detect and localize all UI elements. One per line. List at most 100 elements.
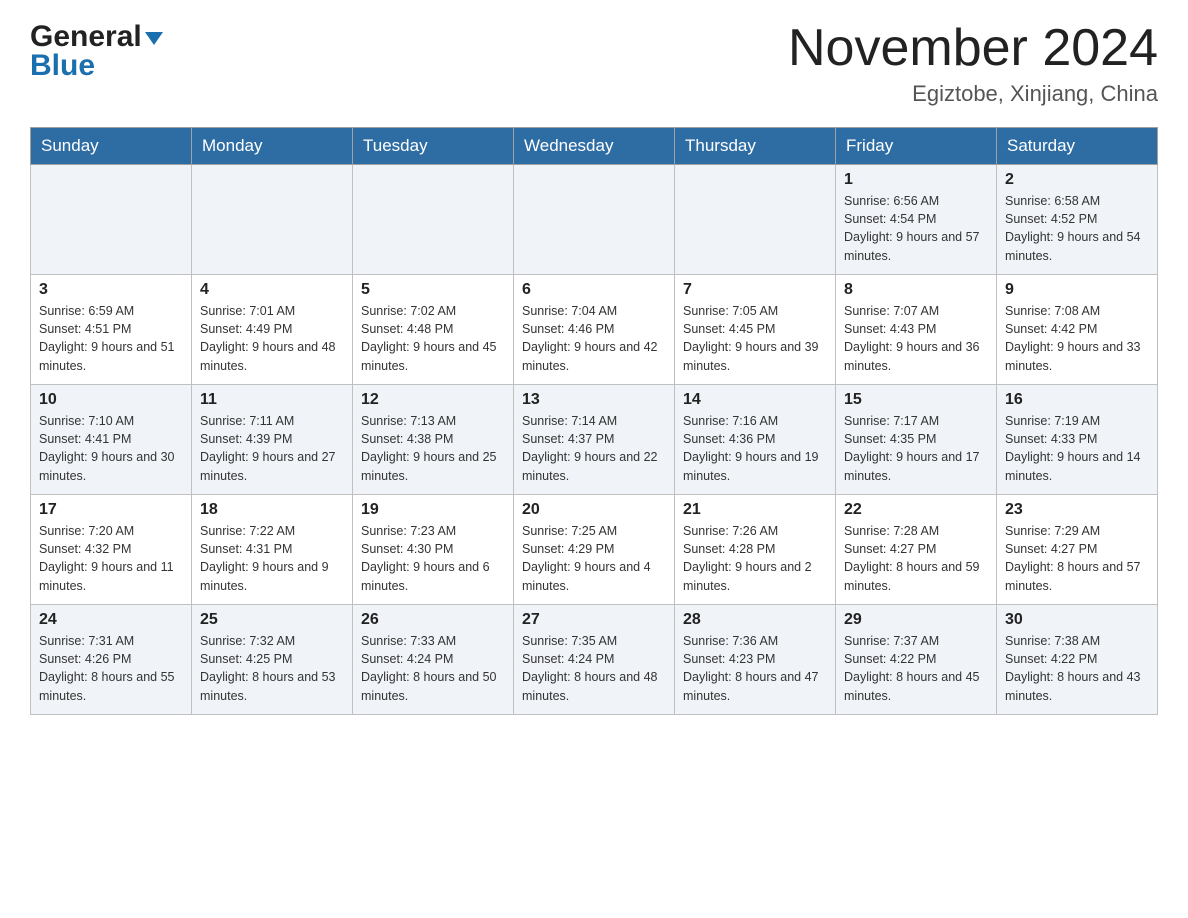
day-sun-info: Sunrise: 7:11 AMSunset: 4:39 PMDaylight:…: [200, 412, 344, 485]
calendar-week-5: 24 Sunrise: 7:31 AMSunset: 4:26 PMDayligh…: [31, 605, 1158, 715]
calendar-day-9: 9 Sunrise: 7:08 AMSunset: 4:42 PMDaylight…: [997, 275, 1158, 385]
day-sun-info: Sunrise: 7:28 AMSunset: 4:27 PMDaylight:…: [844, 522, 988, 595]
day-sun-info: Sunrise: 7:33 AMSunset: 4:24 PMDaylight:…: [361, 632, 505, 705]
calendar-week-4: 17Sunrise: 7:20 AMSunset: 4:32 PMDayligh…: [31, 495, 1158, 605]
day-number: 12: [361, 391, 505, 409]
calendar-day-26: 26 Sunrise: 7:33 AMSunset: 4:24 PMDayligh…: [353, 605, 514, 715]
calendar-day-18: 18 Sunrise: 7:22 AMSunset: 4:31 PMDayligh…: [192, 495, 353, 605]
calendar-day-16: 16 Sunrise: 7:19 AMSunset: 4:33 PMDayligh…: [997, 385, 1158, 495]
day-sun-info: Sunrise: 7:04 AMSunset: 4:46 PMDaylight:…: [522, 302, 666, 375]
day-sun-info: Sunrise: 7:02 AMSunset: 4:48 PMDaylight:…: [361, 302, 505, 375]
day-number: 19: [361, 501, 505, 519]
month-title: November 2024: [788, 20, 1158, 77]
calendar-week-1: 1 Sunrise: 6:56 AMSunset: 4:54 PMDaylight…: [31, 165, 1158, 275]
day-number: 22: [844, 501, 988, 519]
day-sun-info: Sunrise: 7:29 AMSunset: 4:27 PMDaylight:…: [1005, 522, 1149, 595]
day-sun-info: Sunrise: 7:01 AMSunset: 4:49 PMDaylight:…: [200, 302, 344, 375]
calendar-day-13: 13 Sunrise: 7:14 AMSunset: 4:37 PMDayligh…: [514, 385, 675, 495]
calendar-day-25: 25 Sunrise: 7:32 AMSunset: 4:25 PMDayligh…: [192, 605, 353, 715]
calendar-day-10: 10Sunrise: 7:10 AMSunset: 4:41 PMDayligh…: [31, 385, 192, 495]
day-number: 30: [1005, 611, 1149, 629]
day-sun-info: Sunrise: 7:25 AMSunset: 4:29 PMDaylight:…: [522, 522, 666, 595]
day-number: 25: [200, 611, 344, 629]
calendar-table: SundayMondayTuesdayWednesdayThursdayFrid…: [30, 127, 1158, 715]
day-number: 9: [1005, 281, 1149, 299]
calendar-day-24: 24 Sunrise: 7:31 AMSunset: 4:26 PMDayligh…: [31, 605, 192, 715]
calendar-empty-cell: [514, 165, 675, 275]
calendar-empty-cell: [675, 165, 836, 275]
day-sun-info: Sunrise: 7:19 AMSunset: 4:33 PMDaylight:…: [1005, 412, 1149, 485]
day-number: 15: [844, 391, 988, 409]
calendar-day-19: 19Sunrise: 7:23 AMSunset: 4:30 PMDayligh…: [353, 495, 514, 605]
calendar-day-1: 1 Sunrise: 6:56 AMSunset: 4:54 PMDaylight…: [836, 165, 997, 275]
calendar-empty-cell: [353, 165, 514, 275]
calendar-day-8: 8Sunrise: 7:07 AMSunset: 4:43 PMDaylight…: [836, 275, 997, 385]
day-sun-info: Sunrise: 7:37 AMSunset: 4:22 PMDaylight:…: [844, 632, 988, 705]
day-sun-info: Sunrise: 7:38 AMSunset: 4:22 PMDaylight:…: [1005, 632, 1149, 705]
weekday-header-friday: Friday: [836, 128, 997, 165]
calendar-day-11: 11 Sunrise: 7:11 AMSunset: 4:39 PMDayligh…: [192, 385, 353, 495]
day-sun-info: Sunrise: 6:59 AMSunset: 4:51 PMDaylight:…: [39, 302, 183, 375]
day-sun-info: Sunrise: 7:35 AMSunset: 4:24 PMDaylight:…: [522, 632, 666, 705]
day-number: 29: [844, 611, 988, 629]
calendar-week-3: 10Sunrise: 7:10 AMSunset: 4:41 PMDayligh…: [31, 385, 1158, 495]
day-sun-info: Sunrise: 7:10 AMSunset: 4:41 PMDaylight:…: [39, 412, 183, 485]
calendar-day-17: 17Sunrise: 7:20 AMSunset: 4:32 PMDayligh…: [31, 495, 192, 605]
day-number: 16: [1005, 391, 1149, 409]
day-sun-info: Sunrise: 7:31 AMSunset: 4:26 PMDaylight:…: [39, 632, 183, 705]
weekday-header-tuesday: Tuesday: [353, 128, 514, 165]
weekday-header-wednesday: Wednesday: [514, 128, 675, 165]
page-header: General Blue November 2024 Egiztobe, Xin…: [30, 20, 1158, 107]
calendar-empty-cell: [192, 165, 353, 275]
day-number: 13: [522, 391, 666, 409]
day-number: 18: [200, 501, 344, 519]
day-sun-info: Sunrise: 7:16 AMSunset: 4:36 PMDaylight:…: [683, 412, 827, 485]
day-sun-info: Sunrise: 6:56 AMSunset: 4:54 PMDaylight:…: [844, 192, 988, 265]
day-sun-info: Sunrise: 7:22 AMSunset: 4:31 PMDaylight:…: [200, 522, 344, 595]
day-number: 1: [844, 171, 988, 189]
weekday-header-saturday: Saturday: [997, 128, 1158, 165]
calendar-week-2: 3 Sunrise: 6:59 AMSunset: 4:51 PMDaylight…: [31, 275, 1158, 385]
day-sun-info: Sunrise: 7:13 AMSunset: 4:38 PMDaylight:…: [361, 412, 505, 485]
day-sun-info: Sunrise: 7:32 AMSunset: 4:25 PMDaylight:…: [200, 632, 344, 705]
day-sun-info: Sunrise: 7:05 AMSunset: 4:45 PMDaylight:…: [683, 302, 827, 375]
calendar-day-27: 27 Sunrise: 7:35 AMSunset: 4:24 PMDayligh…: [514, 605, 675, 715]
day-number: 11: [200, 391, 344, 409]
weekday-header-monday: Monday: [192, 128, 353, 165]
day-sun-info: Sunrise: 7:07 AMSunset: 4:43 PMDaylight:…: [844, 302, 988, 375]
day-number: 27: [522, 611, 666, 629]
day-number: 14: [683, 391, 827, 409]
logo-blue: Blue: [30, 49, 95, 82]
day-sun-info: Sunrise: 6:58 AMSunset: 4:52 PMDaylight:…: [1005, 192, 1149, 265]
calendar-day-6: 6 Sunrise: 7:04 AMSunset: 4:46 PMDaylight…: [514, 275, 675, 385]
calendar-day-12: 12 Sunrise: 7:13 AMSunset: 4:38 PMDayligh…: [353, 385, 514, 495]
day-number: 28: [683, 611, 827, 629]
weekday-header-sunday: Sunday: [31, 128, 192, 165]
day-sun-info: Sunrise: 7:26 AMSunset: 4:28 PMDaylight:…: [683, 522, 827, 595]
calendar-day-3: 3 Sunrise: 6:59 AMSunset: 4:51 PMDaylight…: [31, 275, 192, 385]
logo: General Blue: [30, 20, 163, 82]
day-sun-info: Sunrise: 7:08 AMSunset: 4:42 PMDaylight:…: [1005, 302, 1149, 375]
day-number: 7: [683, 281, 827, 299]
calendar-day-14: 14 Sunrise: 7:16 AMSunset: 4:36 PMDayligh…: [675, 385, 836, 495]
day-number: 3: [39, 281, 183, 299]
calendar-day-20: 20Sunrise: 7:25 AMSunset: 4:29 PMDayligh…: [514, 495, 675, 605]
day-number: 26: [361, 611, 505, 629]
calendar-day-29: 29 Sunrise: 7:37 AMSunset: 4:22 PMDayligh…: [836, 605, 997, 715]
calendar-day-22: 22 Sunrise: 7:28 AMSunset: 4:27 PMDayligh…: [836, 495, 997, 605]
day-sun-info: Sunrise: 7:14 AMSunset: 4:37 PMDaylight:…: [522, 412, 666, 485]
day-number: 2: [1005, 171, 1149, 189]
weekday-header-row: SundayMondayTuesdayWednesdayThursdayFrid…: [31, 128, 1158, 165]
day-number: 6: [522, 281, 666, 299]
day-number: 5: [361, 281, 505, 299]
calendar-day-15: 15 Sunrise: 7:17 AMSunset: 4:35 PMDayligh…: [836, 385, 997, 495]
location: Egiztobe, Xinjiang, China: [788, 81, 1158, 107]
day-sun-info: Sunrise: 7:36 AMSunset: 4:23 PMDaylight:…: [683, 632, 827, 705]
calendar-day-5: 5 Sunrise: 7:02 AMSunset: 4:48 PMDaylight…: [353, 275, 514, 385]
day-sun-info: Sunrise: 7:17 AMSunset: 4:35 PMDaylight:…: [844, 412, 988, 485]
day-number: 24: [39, 611, 183, 629]
calendar-day-30: 30 Sunrise: 7:38 AMSunset: 4:22 PMDayligh…: [997, 605, 1158, 715]
calendar-day-2: 2 Sunrise: 6:58 AMSunset: 4:52 PMDaylight…: [997, 165, 1158, 275]
calendar-day-23: 23Sunrise: 7:29 AMSunset: 4:27 PMDayligh…: [997, 495, 1158, 605]
weekday-header-thursday: Thursday: [675, 128, 836, 165]
